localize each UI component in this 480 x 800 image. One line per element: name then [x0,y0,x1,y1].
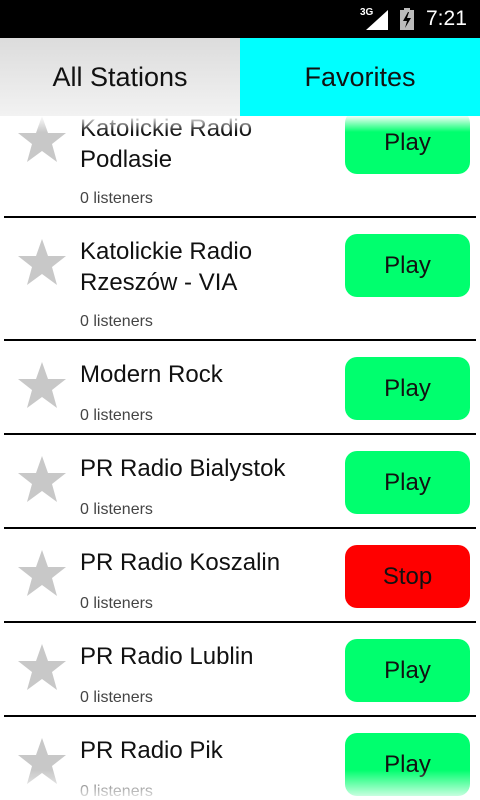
station-name: PR Radio Koszalin [80,549,281,576]
station-name: Katolickie Radio Podlasie [80,116,253,173]
play-button[interactable]: Play [345,357,470,420]
clock: 7:21 [426,7,467,30]
play-button[interactable]: Play [345,639,470,702]
list-item[interactable]: Katolickie Radio Rzeszów - VIA 0 listene… [4,218,476,341]
star-icon[interactable] [16,237,68,289]
tab-bar: All Stations Favorites [0,38,480,116]
list-item[interactable]: Katolickie Radio Podlasie 0 listeners Pl… [4,116,476,218]
star-icon[interactable] [16,116,68,166]
tab-all-stations[interactable]: All Stations [0,38,240,116]
tab-label: Favorites [304,61,416,92]
play-button[interactable]: Play [345,451,470,514]
battery-charging-icon [400,8,414,30]
tab-favorites[interactable]: Favorites [240,38,480,116]
star-icon[interactable] [16,454,68,506]
station-name: Katolickie Radio Rzeszów - VIA [80,238,253,296]
tab-label: All Stations [52,61,188,92]
status-bar: 3G 7:21 [0,0,480,38]
play-button[interactable]: Play [345,116,470,174]
listener-count: 0 listeners [80,407,153,424]
listener-count: 0 listeners [80,190,153,207]
star-icon[interactable] [16,642,68,694]
station-name: PR Radio Bialystok [80,455,286,482]
listener-count: 0 listeners [80,501,153,518]
stop-button[interactable]: Stop [345,545,470,608]
list-item[interactable]: PR Radio Pik 0 listeners Play [4,717,476,800]
star-icon[interactable] [16,548,68,600]
list-item[interactable]: PR Radio Lublin 0 listeners Play [4,623,476,717]
star-icon[interactable] [16,736,68,788]
list-item[interactable]: PR Radio Koszalin 0 listeners Stop [4,529,476,623]
play-button[interactable]: Play [345,733,470,796]
listener-count: 0 listeners [80,689,153,706]
signal-icon [366,10,388,30]
listener-count: 0 listeners [80,595,153,612]
play-button[interactable]: Play [345,234,470,297]
list-item[interactable]: PR Radio Bialystok 0 listeners Play [4,435,476,529]
station-list[interactable]: Katolickie Radio Podlasie 0 listeners Pl… [0,116,480,800]
station-name: Modern Rock [80,361,223,388]
list-item[interactable]: Modern Rock 0 listeners Play [4,341,476,435]
listener-count: 0 listeners [80,783,153,800]
listener-count: 0 listeners [80,313,153,330]
station-name: PR Radio Lublin [80,643,254,670]
star-icon[interactable] [16,360,68,412]
station-name: PR Radio Pik [80,737,223,764]
